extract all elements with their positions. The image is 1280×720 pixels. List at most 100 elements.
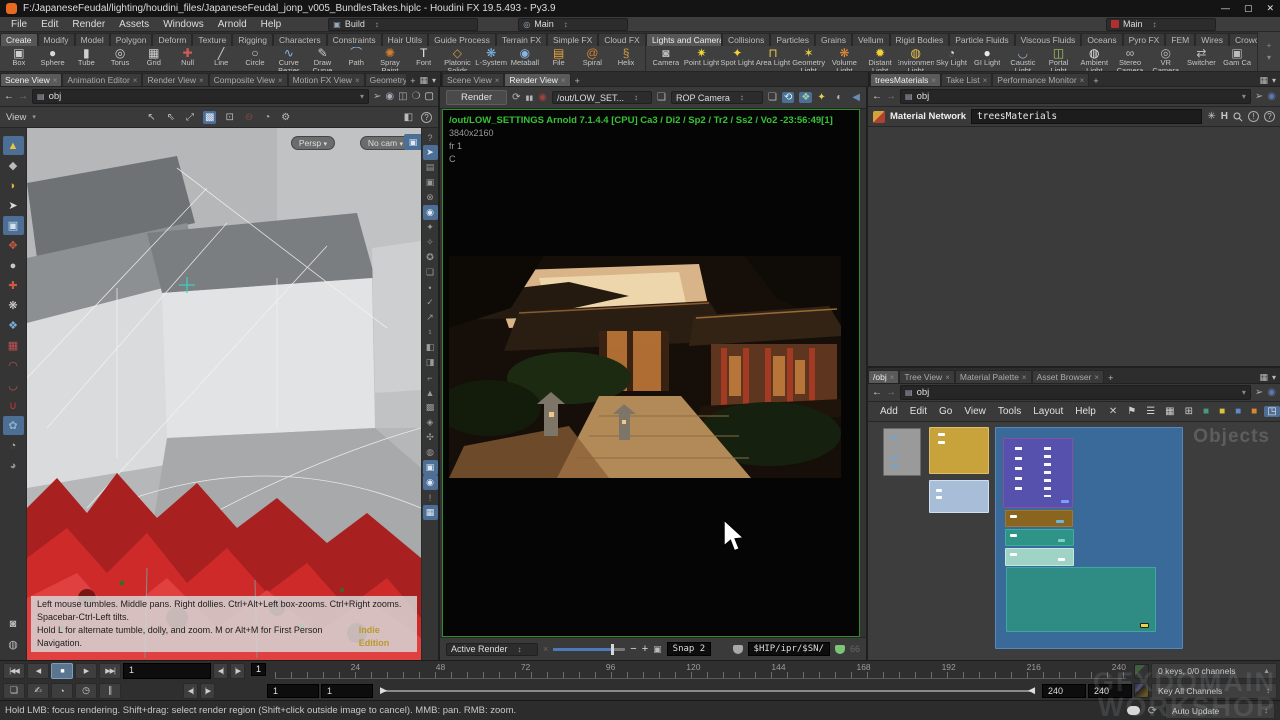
info-circle-icon[interactable]: ! [1248,111,1259,122]
render-viewport[interactable]: /out/LOW_SETTINGS Arnold 7.1.4.4 [CPU] C… [442,109,860,637]
help-circle-icon[interactable]: ? [421,112,432,123]
network-menu-item[interactable]: Go [933,406,958,417]
snap-field[interactable]: Snap 2 [667,642,712,656]
tab-close-icon[interactable]: × [495,76,500,85]
shelf-tab[interactable]: FEM [1165,33,1195,46]
network-toolbar-icon[interactable]: ▦ [1162,406,1177,417]
range-start-handle[interactable]: ▶ [380,685,387,696]
network-toolbar-icon[interactable]: ⚑ [1124,406,1139,417]
pane-layout-icon[interactable]: ▦ [1259,372,1268,383]
tab-close-icon[interactable]: × [199,76,204,85]
display-option-icon[interactable]: ! [423,490,438,505]
display-option-icon[interactable]: ↗ [423,310,438,325]
preview-toggle-icon[interactable]: ⟲ [782,92,794,103]
display-option-icon[interactable]: ▣ [423,175,438,190]
shelf-tab[interactable]: Deform [152,33,192,46]
tab-close-icon[interactable]: × [1022,373,1027,382]
sticky-tools-icon[interactable]: ✳ [1207,111,1215,122]
viewport-tool-icon[interactable]: ● [3,256,24,275]
gallery-save-icon[interactable] [835,645,845,654]
path-field[interactable]: ▤ obj ▾ [900,385,1251,400]
network-node-brown[interactable] [1005,510,1073,527]
shelf-tool[interactable]: ▤ File [542,47,576,71]
tab-close-icon[interactable]: × [1094,373,1099,382]
shelf-tool[interactable]: ◙ Camera [648,47,684,71]
tab-close-icon[interactable]: × [983,76,988,85]
pane-tab[interactable]: Animation Editor × [62,73,142,86]
key-all-channels-selector[interactable]: Key All Channels ↕ [1151,683,1277,699]
shelf-tool[interactable]: ✹ Distant Light [862,47,898,71]
shelf-tool[interactable]: ◉ Metaball [508,47,542,71]
node-dot[interactable] [936,496,942,499]
display-option-icon[interactable]: • [423,280,438,295]
square-display-icon[interactable]: ▢ [425,91,434,102]
viewport-tool-icon[interactable]: ✚ [3,276,24,295]
tab-close-icon[interactable]: × [133,76,138,85]
playbar-option-icon[interactable]: ∥ [99,683,121,699]
display-option-icon[interactable]: ◍ [423,445,438,460]
shelf-tool[interactable]: ◎ VR Camera [1148,47,1184,71]
menu-item[interactable]: Windows [156,19,211,30]
node-dot[interactable] [1056,520,1064,523]
pane-menu-caret[interactable]: ▾ [1272,373,1276,382]
node-dot[interactable] [891,464,898,467]
scene-toolbar-icon[interactable]: ⇖ [165,111,177,124]
shelf-tab[interactable]: Cloud FX [598,33,645,46]
display-option-icon[interactable]: ▣ [423,460,438,475]
render-button[interactable]: Render [446,90,507,105]
pane-tab[interactable]: treesMaterials × [870,73,941,86]
view-mode-label[interactable]: View [6,112,26,123]
tab-close-icon[interactable]: × [278,76,283,85]
render-mode-selector[interactable]: Active Render ↕ [446,643,538,656]
menu-item[interactable]: Arnold [211,19,254,30]
scene-viewport[interactable]: Persp ▾ No cam ▾ ▣ Left mouse tumbles. M… [27,128,421,660]
tab-close-icon[interactable]: × [945,373,950,382]
shelf-tab[interactable]: Vellum [852,33,890,46]
playhead-flag[interactable]: 1 [251,663,266,676]
display-option-icon[interactable]: ✓ [423,295,438,310]
shelf-tab[interactable]: Rigging [232,33,273,46]
shelf-tool[interactable]: ∿ Curve Bezier [272,47,306,71]
playbar-option-icon[interactable]: ◷ [75,683,97,699]
maximize-button[interactable]: ▢ [1244,3,1253,14]
display-option-icon[interactable]: ? [423,130,438,145]
shelf-tool[interactable]: ○ Circle [238,47,272,71]
viewport-tool-icon[interactable]: ◗ [3,176,24,195]
pane-menu-caret[interactable]: ▾ [1272,76,1276,85]
shelf-tab[interactable]: Pyro FX [1123,33,1166,46]
viewport-layout-icon[interactable]: ◧ [402,111,415,124]
menu-item[interactable]: Assets [112,19,156,30]
range-slide-right-icon[interactable]: |▶ [200,683,215,699]
shelf-tool[interactable]: ▦ Grid [137,47,171,71]
shelf-tab[interactable]: Rigid Bodies [890,33,950,46]
pin-icon[interactable]: ➢ [373,91,381,102]
desktop-switcher[interactable]: Main ↕ [1106,18,1216,31]
pane-tab[interactable]: /obj × [868,370,899,383]
shelf-tab[interactable]: Particles [770,33,815,46]
menu-item[interactable]: Render [65,19,112,30]
network-node-purple[interactable] [1003,438,1073,508]
network-menu-item[interactable]: Add [874,406,904,417]
timeline-ruler[interactable]: 24487296120144168192216240 1 [247,661,1132,681]
network-toolbar-icon[interactable]: ■ [1200,406,1212,417]
pane-tab[interactable]: Composite View × [209,73,288,86]
display-option-icon[interactable]: ➤ [423,145,438,160]
scene-toolbar-icon[interactable]: ◔ [262,111,272,124]
shelf-tool[interactable]: ● Sphere [36,47,70,71]
display-option-icon[interactable]: ✪ [423,250,438,265]
clear-icon[interactable]: × [543,644,548,654]
view-mode-caret[interactable]: ▾ [32,113,36,121]
shelf-tab[interactable]: Constraints [327,33,382,46]
network-menu-item[interactable]: Layout [1027,406,1069,417]
tab-close-icon[interactable]: × [1080,76,1085,85]
pane-tab[interactable]: Performance Monitor × [992,73,1089,86]
shelf-tab[interactable]: Simple FX [547,33,598,46]
shelf-overflow-controls[interactable]: + ▾ [1258,32,1280,71]
back-icon[interactable]: ← [4,91,14,102]
houdini-badge-icon[interactable]: H [1221,111,1228,122]
shelf-tool[interactable]: T Font [407,47,441,71]
playback-range-slider[interactable]: ▶ ◀ [381,690,1034,692]
node-dot[interactable] [1058,539,1065,542]
shelf-tab[interactable]: Terrain FX [496,33,547,46]
shelf-tool[interactable]: ✺ Spray Paint [373,47,407,71]
